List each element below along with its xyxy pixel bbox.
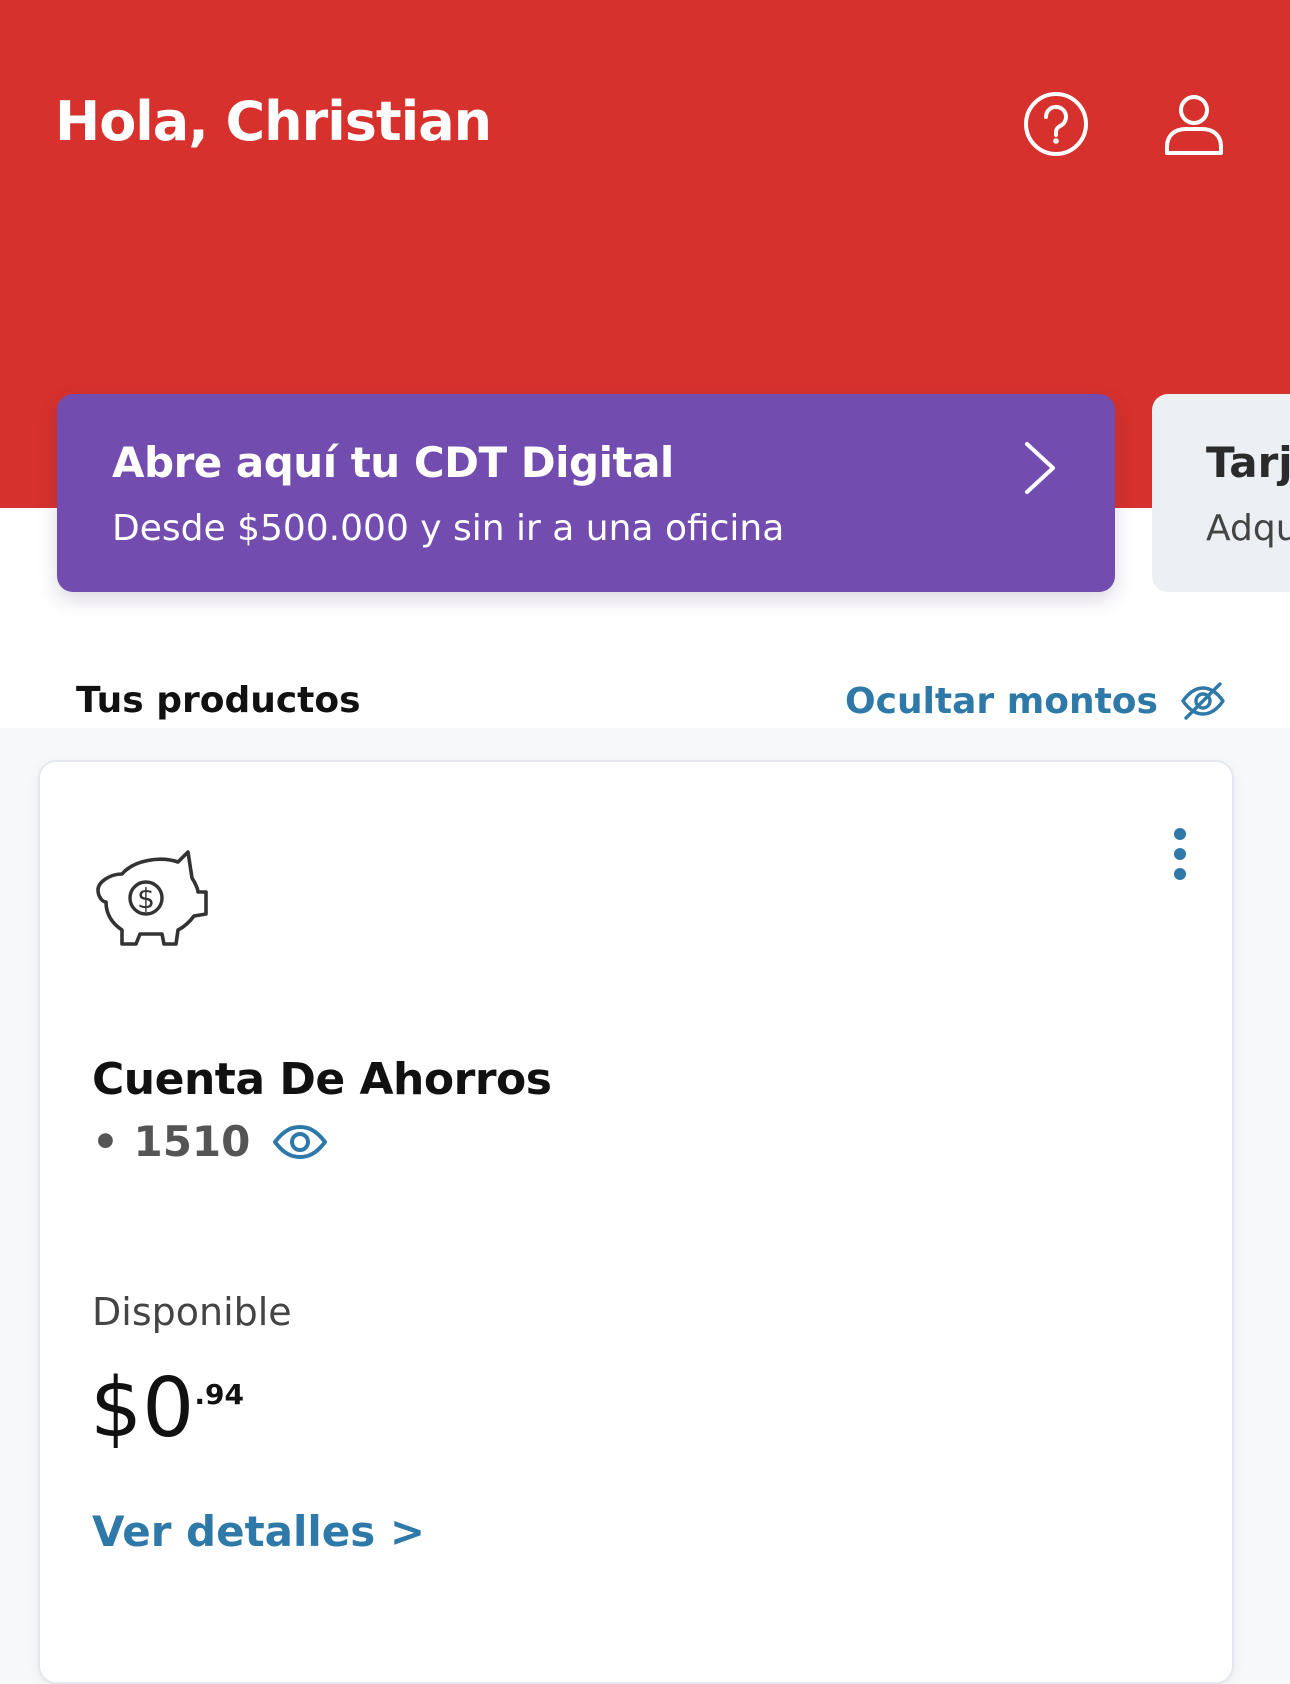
promo-subtitle: Adqu (1206, 508, 1290, 549)
eye-icon[interactable] (272, 1122, 328, 1162)
account-number-row: • 1510 (92, 1117, 328, 1166)
savings-account-card[interactable]: $ Cuenta De Ahorros • 1510 Disponible $0… (38, 760, 1234, 1684)
balance-cents: .94 (194, 1378, 244, 1411)
available-label: Disponible (92, 1290, 292, 1334)
eye-off-icon (1181, 682, 1225, 720)
more-vertical-icon[interactable] (1160, 822, 1200, 902)
promo-title: Abre aquí tu CDT Digital (112, 438, 674, 487)
balance-main: $0 (90, 1361, 195, 1456)
card-promo-card[interactable]: Tarj Adqu (1152, 394, 1290, 592)
view-details-link[interactable]: Ver detalles > (92, 1507, 425, 1556)
promo-title: Tarj (1206, 438, 1290, 487)
account-name: Cuenta De Ahorros (92, 1054, 552, 1105)
promo-subtitle: Desde $500.000 y sin ir a una oficina (112, 508, 785, 549)
account-number: • 1510 (92, 1117, 251, 1166)
account-balance: $0 .94 (90, 1364, 244, 1454)
products-section-title: Tus productos (76, 680, 361, 721)
cdt-promo-card[interactable]: Abre aquí tu CDT Digital Desde $500.000 … (57, 394, 1115, 592)
hide-amounts-toggle[interactable]: Ocultar montos (845, 680, 1226, 722)
greeting-title: Hola, Christian (55, 90, 492, 153)
hide-amounts-label: Ocultar montos (845, 680, 1158, 722)
help-circle-icon[interactable] (1020, 88, 1092, 160)
piggy-bank-icon: $ (96, 850, 208, 946)
chevron-right-icon (1025, 442, 1055, 494)
user-icon[interactable] (1158, 88, 1230, 160)
svg-text:$: $ (137, 882, 155, 915)
